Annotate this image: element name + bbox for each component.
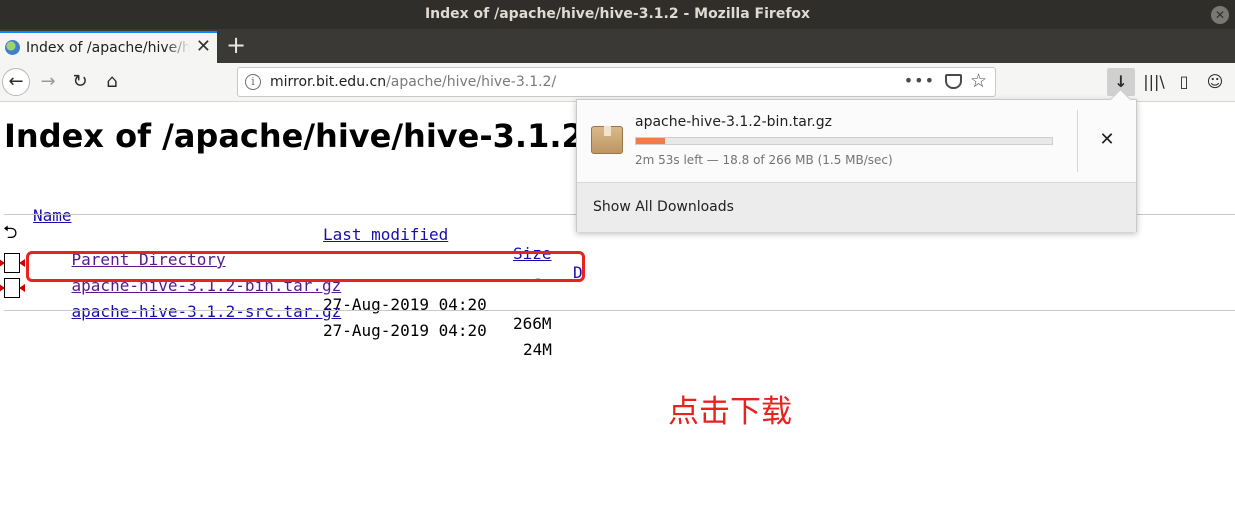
package-icon <box>591 126 623 154</box>
back-button[interactable]: ← <box>2 68 30 96</box>
site-info-icon[interactable]: i <box>245 74 261 90</box>
window-title: Index of /apache/hive/hive-3.1.2 - Mozil… <box>424 6 811 22</box>
highlight-box <box>26 251 585 282</box>
globe-favicon-icon <box>5 40 20 55</box>
bookmark-star-icon[interactable]: ☆ <box>970 70 987 92</box>
column-name-link[interactable]: Name <box>33 206 72 225</box>
file-icon <box>0 253 25 273</box>
tab-active[interactable]: Index of /apache/hive/hive-3.1.2 ✕ <box>0 31 217 63</box>
library-icon[interactable]: |||\ <box>1140 68 1168 96</box>
file-icon <box>0 278 25 298</box>
download-status: 2m 53s left — 18.8 of 266 MB (1.5 MB/sec… <box>635 153 893 167</box>
download-filename: apache-hive-3.1.2-bin.tar.gz <box>635 114 832 130</box>
reload-button[interactable]: ↻ <box>66 68 94 96</box>
window-close-icon[interactable]: ✕ <box>1211 6 1229 24</box>
back-arrow-icon: ⮌ <box>3 222 18 243</box>
footer-divider <box>4 310 1235 311</box>
window-titlebar: Index of /apache/hive/hive-3.1.2 - Mozil… <box>0 0 1235 29</box>
url-host: mirror.bit.edu.cn <box>270 74 387 90</box>
row-size: 266M <box>513 314 552 333</box>
download-progress-bar <box>635 137 1053 145</box>
cancel-download-icon[interactable]: ✕ <box>1097 128 1117 152</box>
row-size: 24M <box>523 340 552 359</box>
account-icon[interactable]: ☺ <box>1201 68 1229 96</box>
show-all-downloads-button[interactable]: Show All Downloads <box>577 182 1136 232</box>
download-item[interactable]: apache-hive-3.1.2-bin.tar.gz 2m 53s left… <box>577 100 1136 182</box>
tab-close-icon[interactable]: ✕ <box>196 38 211 56</box>
download-separator <box>1077 110 1078 172</box>
show-all-downloads-label: Show All Downloads <box>593 199 734 215</box>
home-button[interactable]: ⌂ <box>98 68 126 96</box>
sidebar-icon[interactable]: ▯ <box>1170 68 1198 96</box>
page-title: Index of /apache/hive/hive-3.1.2 <box>4 117 584 155</box>
page-actions-icon[interactable]: ••• <box>904 71 935 90</box>
download-progress-fill <box>636 138 666 144</box>
tab-title: Index of /apache/hive/hive-3.1.2 <box>26 40 190 56</box>
file-link-src[interactable]: apache-hive-3.1.2-src.tar.gz <box>72 302 342 321</box>
forward-button[interactable]: → <box>34 68 62 96</box>
table-row: apache-hive-3.1.2-src.tar.gz 27-Aug-2019… <box>33 283 552 378</box>
navigation-toolbar: ← → ↻ ⌂ i mirror.bit.edu.cn/apache/hive/… <box>0 63 1235 102</box>
new-tab-button[interactable]: + <box>226 33 246 57</box>
annotation-text: 点击下载 <box>668 394 792 430</box>
downloads-panel: apache-hive-3.1.2-bin.tar.gz 2m 53s left… <box>576 99 1137 232</box>
row-date: 27-Aug-2019 04:20 <box>323 321 487 340</box>
url-path: /apache/hive/hive-3.1.2/ <box>386 74 557 90</box>
column-last-modified-link[interactable]: Last modified <box>323 225 448 244</box>
url-text[interactable]: mirror.bit.edu.cn/apache/hive/hive-3.1.2… <box>270 74 556 90</box>
row-date: 27-Aug-2019 04:20 <box>323 295 487 314</box>
tab-strip: Index of /apache/hive/hive-3.1.2 ✕ + <box>0 29 1235 63</box>
pocket-icon[interactable] <box>945 74 962 89</box>
address-bar[interactable]: i mirror.bit.edu.cn/apache/hive/hive-3.1… <box>237 67 996 97</box>
